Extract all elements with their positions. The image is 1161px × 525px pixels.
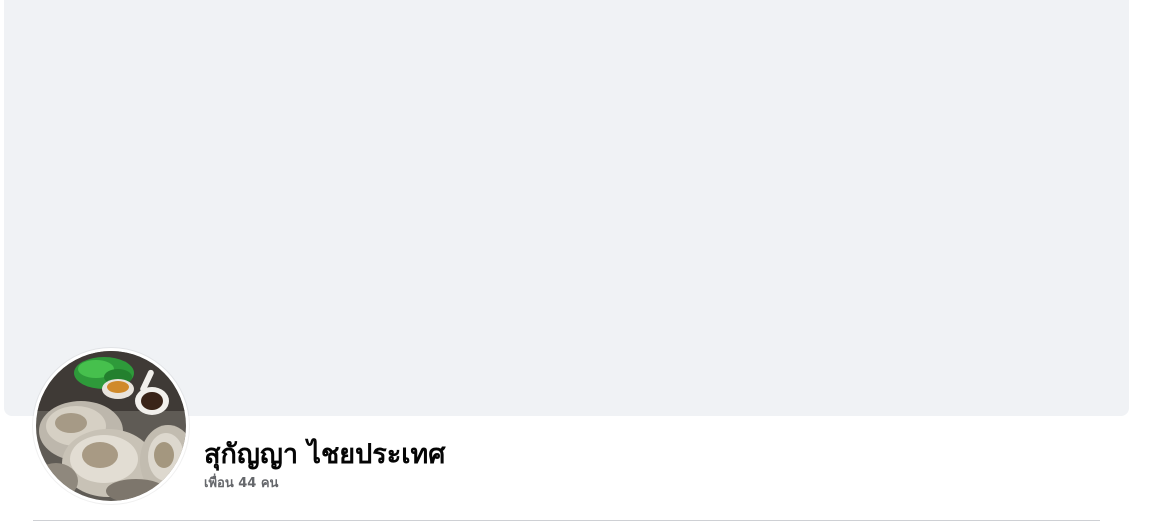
friend-count[interactable]: เพื่อน 44 คน [204, 475, 445, 493]
profile-name[interactable]: สุกัญญา ไชยประเทศ [204, 436, 445, 474]
profile-header: สุกัญญา ไชยประเทศ เพื่อน 44 คน [0, 0, 1161, 525]
profile-info: สุกัญญา ไชยประเทศ เพื่อน 44 คน [204, 436, 445, 493]
profile-picture[interactable] [36, 351, 186, 501]
divider [33, 520, 1100, 521]
profile-picture-image [36, 351, 186, 501]
cover-photo[interactable] [4, 0, 1129, 416]
profile-picture-frame[interactable] [33, 348, 189, 504]
